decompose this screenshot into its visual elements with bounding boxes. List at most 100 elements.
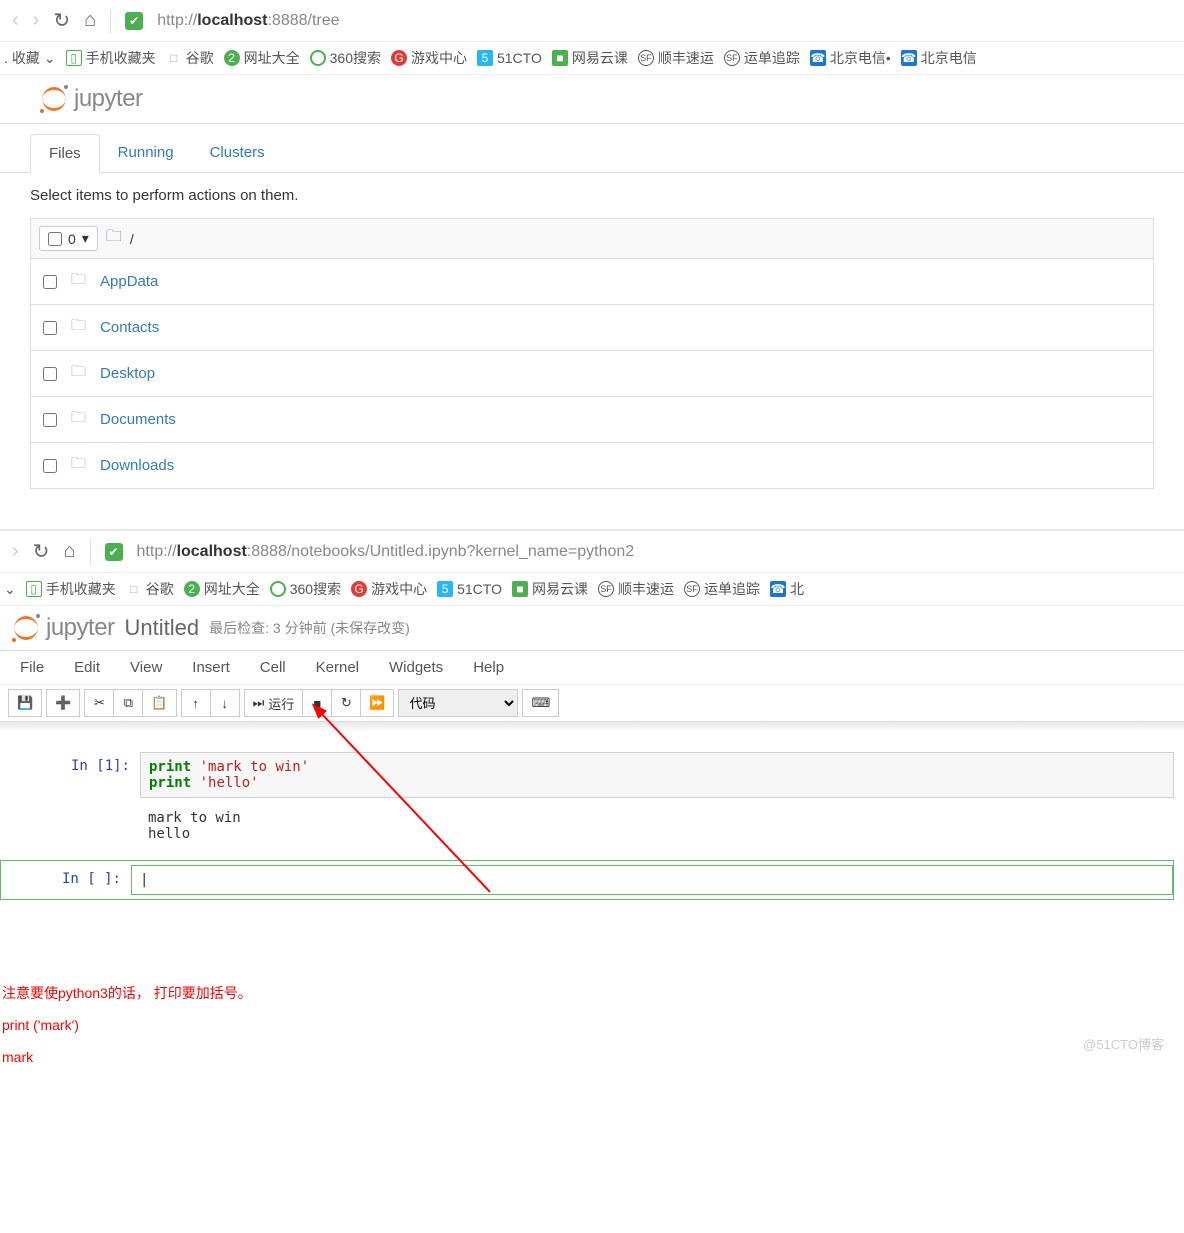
paste-button[interactable]: 📋 <box>142 689 176 717</box>
menu-help[interactable]: Help <box>473 659 504 676</box>
move-up-button[interactable]: ↑ <box>181 689 211 717</box>
jupyter-logo[interactable]: jupyter <box>12 614 115 642</box>
tab-running[interactable]: Running <box>100 134 192 172</box>
code-input[interactable]: | <box>131 865 1173 895</box>
bookmark-item[interactable]: SF运单追踪 <box>684 579 760 599</box>
bookmark-item[interactable]: ☎北京电信• <box>810 48 891 68</box>
row-checkbox[interactable] <box>43 413 57 427</box>
jupyter-logo-text: jupyter <box>46 614 115 642</box>
menu-file[interactable]: File <box>20 659 44 676</box>
menu-cell[interactable]: Cell <box>260 659 286 676</box>
row-checkbox[interactable] <box>43 321 57 335</box>
menu-edit[interactable]: Edit <box>74 659 100 676</box>
code-cell-2[interactable]: In [ ]: | <box>0 860 1174 900</box>
run-button[interactable]: ⏭运行 <box>244 689 304 717</box>
folder-outline-icon: 🗀 <box>71 361 86 386</box>
url-bar[interactable]: http://localhost:8888/notebooks/Untitled… <box>137 543 635 561</box>
tree-row[interactable]: 🗀 Downloads <box>30 443 1154 489</box>
folder-link[interactable]: Desktop <box>100 365 155 382</box>
back-arrow-icon[interactable]: ‹ <box>12 9 19 32</box>
shield-icon: ✔ <box>125 12 143 30</box>
browser-nav-1: ‹ › ↻ ⌂ ✔ http://localhost:8888/tree <box>0 0 1184 42</box>
bookmark-item[interactable]: ☎北京电信 <box>901 48 977 68</box>
bookmark-item[interactable]: 360搜索 <box>310 48 381 68</box>
home-icon[interactable]: ⌂ <box>84 9 96 32</box>
notebook-title[interactable]: Untitled <box>125 615 200 641</box>
reload-icon[interactable]: ↻ <box>53 8 70 33</box>
breadcrumb-root[interactable]: / <box>130 231 134 247</box>
forward-arrow-icon[interactable]: › <box>33 9 40 32</box>
tree-row[interactable]: 🗀 AppData <box>30 259 1154 305</box>
folder-outline-icon: 🗀 <box>71 269 86 294</box>
select-all-checkbox[interactable] <box>48 232 62 246</box>
bookmark-item[interactable]: SF顺丰速运 <box>598 579 674 599</box>
bookmark-item[interactable]: SF顺丰速运 <box>638 48 714 68</box>
command-palette-button[interactable]: ⌨ <box>522 689 559 717</box>
menu-widgets[interactable]: Widgets <box>389 659 443 676</box>
output-prompt-spacer <box>10 806 140 846</box>
save-button[interactable]: 💾 <box>8 689 42 717</box>
jupyter-logo-text: jupyter <box>74 85 143 113</box>
row-checkbox[interactable] <box>43 275 57 289</box>
copy-button[interactable]: ⧉ <box>113 689 143 717</box>
jupyter-logo-icon <box>40 85 68 113</box>
scissors-icon: ✂ <box>94 695 105 711</box>
reload-icon[interactable]: ↻ <box>33 539 50 564</box>
bookmark-item[interactable]: ▯手机收藏夹 <box>26 579 116 599</box>
menubar: File Edit View Insert Cell Kernel Widget… <box>0 651 1184 685</box>
code-input[interactable]: print 'mark to win' print 'hello' <box>140 752 1174 798</box>
tree-hint: Select items to perform actions on them. <box>0 173 1184 218</box>
favorites-menu[interactable]: ⌄ <box>4 581 16 598</box>
menu-insert[interactable]: Insert <box>192 659 230 676</box>
restart-button[interactable]: ↻ <box>331 689 361 717</box>
tab-files[interactable]: Files <box>30 134 100 173</box>
bookmark-item[interactable]: 551CTO <box>477 50 542 66</box>
home-icon[interactable]: ⌂ <box>63 540 75 563</box>
folder-link[interactable]: Documents <box>100 411 176 428</box>
celltype-select[interactable]: 代码 <box>398 689 518 717</box>
stop-button[interactable]: ■ <box>302 689 332 717</box>
keyboard-icon: ⌨ <box>531 695 550 711</box>
tree-row[interactable]: 🗀 Desktop <box>30 351 1154 397</box>
add-cell-button[interactable]: ➕ <box>46 689 80 717</box>
row-checkbox[interactable] <box>43 459 57 473</box>
bookmark-item[interactable]: □谷歌 <box>166 48 214 68</box>
move-down-button[interactable]: ↓ <box>210 689 240 717</box>
tree-row[interactable]: 🗀 Contacts <box>30 305 1154 351</box>
folder-link[interactable]: Contacts <box>100 319 159 336</box>
folder-link[interactable]: Downloads <box>100 457 174 474</box>
bookmark-item[interactable]: SF运单追踪 <box>724 48 800 68</box>
bookmark-item[interactable]: G游戏中心 <box>351 579 427 599</box>
bookmark-item[interactable]: ☎北 <box>770 579 804 599</box>
bookmark-item[interactable]: 2网址大全 <box>184 579 260 599</box>
bookmark-item[interactable]: 551CTO <box>437 581 502 597</box>
bookmark-item[interactable]: ■网易云课 <box>552 48 628 68</box>
arrow-down-icon: ↓ <box>221 696 228 711</box>
tree-row[interactable]: 🗀 Documents <box>30 397 1154 443</box>
bookmark-item[interactable]: G游戏中心 <box>391 48 467 68</box>
menu-kernel[interactable]: Kernel <box>316 659 359 676</box>
cut-button[interactable]: ✂ <box>84 689 114 717</box>
bookmark-item[interactable]: 360搜索 <box>270 579 341 599</box>
select-all-dropdown[interactable]: 0 ▾ <box>39 226 98 251</box>
jupyter-logo[interactable]: jupyter <box>40 85 143 113</box>
forward-arrow-icon[interactable]: › <box>12 540 19 563</box>
favorites-menu[interactable]: .收藏 ⌄ <box>4 48 56 68</box>
bookmark-item[interactable]: 2网址大全 <box>224 48 300 68</box>
note-line-3: mark <box>0 1042 1184 1074</box>
tab-clusters[interactable]: Clusters <box>192 134 283 172</box>
code-cell-1[interactable]: In [1]: print 'mark to win' print 'hello… <box>10 752 1174 798</box>
folder-link[interactable]: AppData <box>100 273 158 290</box>
bookmark-item[interactable]: ■网易云课 <box>512 579 588 599</box>
run-all-button[interactable]: ⏩ <box>360 689 394 717</box>
folder-icon[interactable]: 🗀 <box>106 225 122 252</box>
note-line-2: print ('mark') <box>0 1010 1184 1042</box>
bookmark-item[interactable]: ▯手机收藏夹 <box>66 48 156 68</box>
url-bar[interactable]: http://localhost:8888/tree <box>157 12 339 30</box>
bookmark-item[interactable]: □谷歌 <box>126 579 174 599</box>
cell-prompt: In [ ]: <box>1 865 131 895</box>
menu-view[interactable]: View <box>130 659 162 676</box>
row-checkbox[interactable] <box>43 367 57 381</box>
url-path: :8888/tree <box>267 12 339 29</box>
browser-nav-2: › ↻ ⌂ ✔ http://localhost:8888/notebooks/… <box>0 531 1184 573</box>
